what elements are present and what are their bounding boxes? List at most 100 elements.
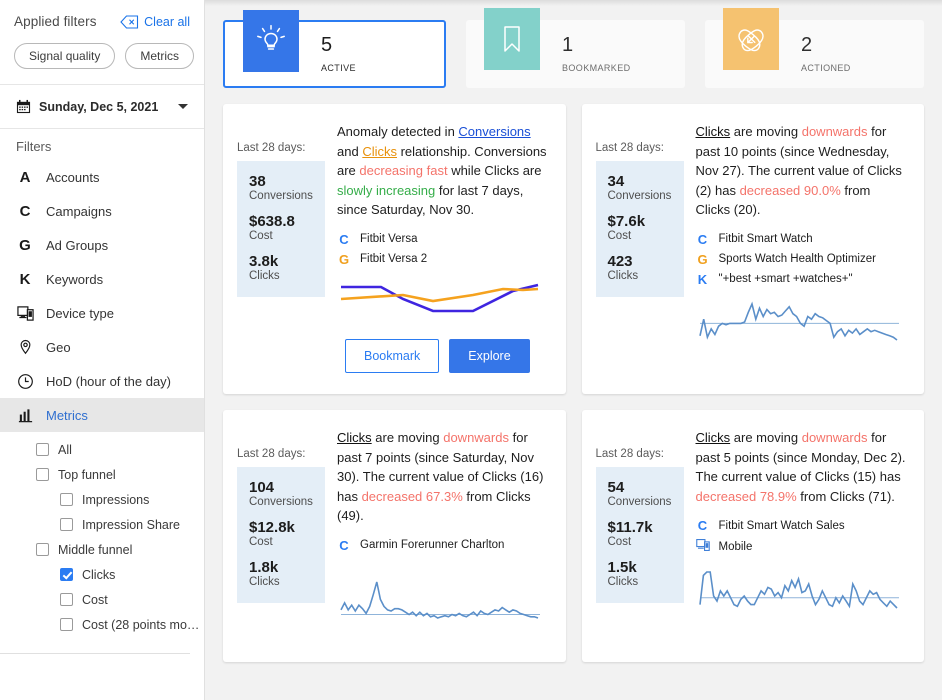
metric-value: 1.5k	[607, 559, 637, 577]
sidebar-item-keywords[interactable]: K Keywords	[0, 262, 204, 296]
checkbox-top-funnel[interactable]: Top funnel	[0, 462, 204, 487]
insight-card-3-metrics: Last 28 days: 104 Conversions $12.8k Cos…	[233, 424, 325, 652]
clear-all-icon	[120, 14, 139, 29]
metric-value: 34	[607, 173, 625, 190]
checkbox-all[interactable]: All	[0, 437, 204, 462]
sidebar-item-label: Accounts	[46, 169, 100, 185]
clock-icon	[16, 372, 34, 390]
entity-row: C Fitbit Versa	[337, 232, 548, 247]
entity-label: "+best +smart +watches+"	[718, 273, 853, 285]
checkbox-cost[interactable]: Cost	[0, 587, 204, 612]
metric-value: $12.8k	[249, 519, 295, 537]
metric-value: 1.8k	[249, 559, 279, 577]
insight-chart-dual-line	[337, 277, 548, 325]
applied-filters-title: Applied filters	[14, 14, 97, 29]
sidebar-item-label: Ad Groups	[46, 237, 109, 253]
sparkline-chart	[340, 581, 540, 619]
tab-bookmarked-text: 1 Bookmarked	[562, 34, 631, 74]
sidebar-item-campaigns[interactable]: C Campaigns	[0, 194, 204, 228]
tab-actioned[interactable]: 2 Actioned	[705, 8, 924, 88]
clear-all-label: Clear all	[144, 14, 190, 29]
sidebar-item-label: Device type	[46, 305, 114, 321]
metric-name: Cost	[249, 536, 273, 549]
checkbox-clicks[interactable]: Clicks	[0, 562, 204, 587]
bookmark-button[interactable]: Bookmark	[345, 338, 440, 373]
sidebar-item-label: Campaigns	[46, 203, 112, 219]
device-icon	[16, 304, 34, 322]
date-picker-value: Sunday, Dec 5, 2021	[39, 99, 159, 114]
metric-name: Conversions	[607, 190, 672, 203]
entity-list: C Fitbit Smart Watch G Sports Watch Heal…	[696, 232, 907, 287]
checkbox-box	[60, 568, 73, 581]
checkbox-middle-funnel[interactable]: Middle funnel	[0, 537, 204, 562]
entity-list: C Fitbit Smart Watch Sales Mobile	[695, 518, 907, 555]
sidebar-item-ad-groups[interactable]: G Ad Groups	[0, 228, 204, 262]
tab-active[interactable]: 5 Active	[223, 10, 446, 88]
entity-label: Sports Watch Health Optimizer	[718, 253, 876, 265]
metric-name: Conversions	[607, 496, 672, 509]
applied-filter-chips: Signal quality Metrics	[0, 29, 204, 84]
insight-card-3[interactable]: Last 28 days: 104 Conversions $12.8k Cos…	[223, 410, 566, 662]
sidebar-item-label: Keywords	[46, 271, 104, 287]
checkbox-box	[60, 593, 73, 606]
metric-name: Clicks	[607, 576, 639, 589]
chip-metrics[interactable]: Metrics	[125, 43, 195, 69]
checkbox-impressions[interactable]: Impressions	[0, 487, 204, 512]
dual-line-chart	[340, 283, 539, 312]
checkbox-label: Impression Share	[82, 517, 180, 532]
explore-button[interactable]: Explore	[449, 338, 530, 373]
filters-sidebar: Applied filters Clear all Signal quality…	[0, 0, 205, 700]
tab-bookmarked[interactable]: 1 Bookmarked	[466, 8, 685, 88]
entity-label: Fitbit Versa	[360, 233, 418, 245]
insight-card-2[interactable]: Last 28 days: 34 Conversions $7.6k Cost …	[581, 104, 924, 394]
letter-c-icon: C	[19, 202, 31, 220]
checkbox-label: Cost (28 points movi…	[82, 617, 202, 632]
tab-active-count: 5	[321, 33, 333, 56]
entity-row: G Fitbit Versa 2	[337, 252, 548, 267]
entity-label: Fitbit Versa 2	[360, 253, 428, 265]
metric-box: 38 Conversions $638.8 Cost 3.8k Clicks	[237, 161, 325, 298]
last-days-label: Last 28 days:	[237, 142, 306, 154]
entity-row: G Sports Watch Health Optimizer	[696, 252, 907, 267]
checkbox-impression-share[interactable]: Impression Share	[0, 512, 204, 537]
insight-card-4-body: Clicks are moving downwards for past 5 p…	[684, 424, 911, 652]
tab-actioned-label: Actioned	[801, 58, 851, 74]
tab-actioned-count: 2	[801, 33, 813, 56]
insight-text: Clicks are moving downwards for past 10 …	[695, 124, 902, 217]
insight-card-4-metrics: Last 28 days: 54 Conversions $11.7k Cost…	[592, 424, 684, 652]
chip-signal-quality[interactable]: Signal quality	[14, 43, 116, 69]
insight-card-1[interactable]: Last 28 days: 38 Conversions $638.8 Cost…	[223, 104, 566, 394]
sidebar-item-device-type[interactable]: Device type	[0, 296, 204, 330]
entity-row: K "+best +smart +watches+"	[696, 272, 907, 287]
sidebar-item-metrics[interactable]: Metrics	[0, 398, 204, 432]
checkbox-cost-moving-avg[interactable]: Cost (28 points movi…	[0, 612, 204, 637]
sidebar-scrollbar[interactable]	[200, 0, 204, 700]
applied-filters-header: Applied filters Clear all	[0, 0, 204, 29]
sidebar-item-accounts[interactable]: A Accounts	[0, 160, 204, 194]
sidebar-item-hod[interactable]: HoD (hour of the day)	[0, 364, 204, 398]
main-scrollbar[interactable]	[938, 0, 942, 700]
letter-c-icon: C	[697, 231, 708, 247]
bar-chart-icon	[16, 406, 34, 424]
entity-row: Mobile	[695, 538, 907, 555]
insight-card-1-metrics: Last 28 days: 38 Conversions $638.8 Cost…	[233, 118, 325, 384]
checkbox-box	[60, 493, 73, 506]
series-clicks	[340, 287, 539, 302]
checkbox-box	[36, 468, 49, 481]
main-content: 5 Active 1 Bookmarked	[205, 0, 942, 700]
letter-k-icon: K	[19, 270, 31, 288]
tab-actioned-text: 2 Actioned	[801, 33, 851, 74]
metric-name: Cost	[607, 536, 632, 549]
insight-card-4[interactable]: Last 28 days: 54 Conversions $11.7k Cost…	[581, 410, 924, 662]
insight-cards-grid: Last 28 days: 38 Conversions $638.8 Cost…	[205, 88, 942, 662]
metric-value: 104	[249, 479, 275, 496]
letter-g-icon: G	[338, 251, 350, 267]
checkbox-label: Top funnel	[58, 467, 116, 482]
clear-all-button[interactable]: Clear all	[120, 15, 190, 29]
letter-c-icon: C	[339, 537, 349, 553]
metric-value: $7.6k	[607, 213, 646, 231]
entity-row: C Fitbit Smart Watch Sales	[696, 518, 907, 533]
metric-value: 38	[249, 173, 266, 190]
sidebar-item-geo[interactable]: Geo	[0, 330, 204, 364]
date-picker[interactable]: Sunday, Dec 5, 2021	[0, 85, 204, 128]
